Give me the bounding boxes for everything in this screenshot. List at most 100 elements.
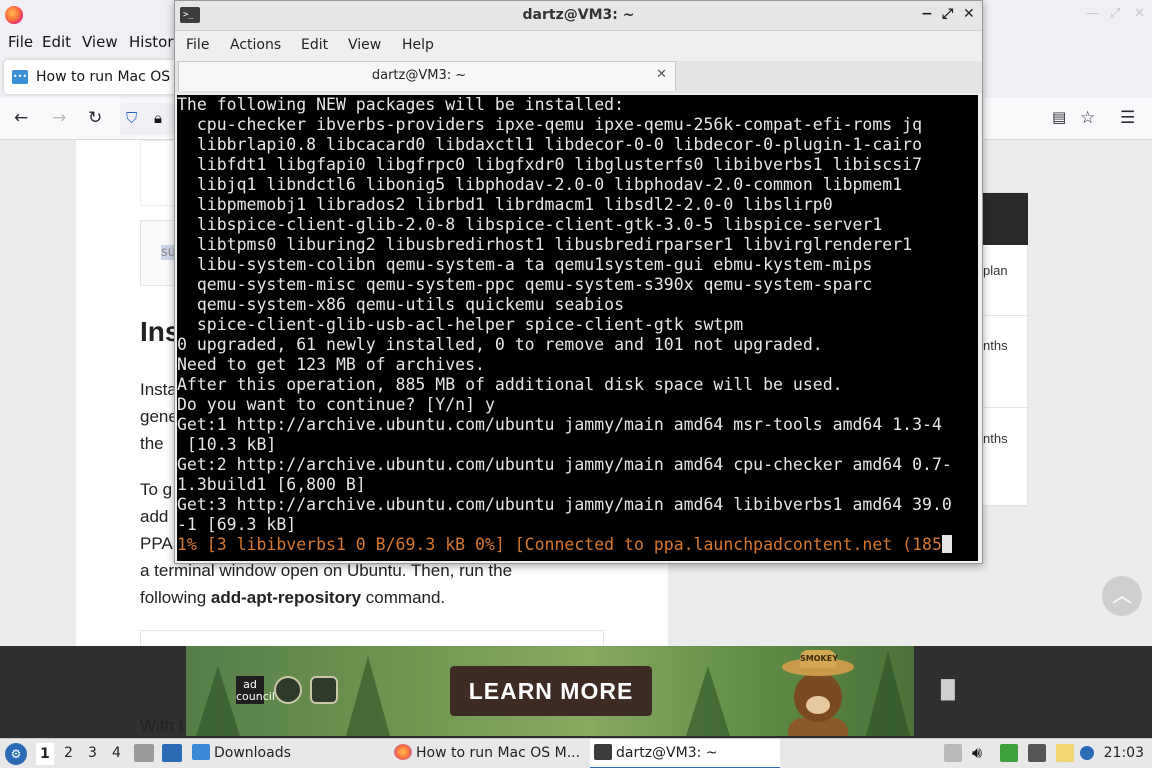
terminal-line: libjq1 libndctl6 libonig5 libphodav-2.0-… (177, 175, 903, 194)
bear-hat-label: SMOKEY (800, 650, 838, 668)
clipboard-icon[interactable] (944, 744, 962, 762)
terminal-line: qemu-system-x86 qemu-utils quickemu seab… (177, 295, 625, 314)
forest-service-seal-icon (274, 676, 302, 704)
article-text: gene (140, 407, 178, 426)
minimize-icon[interactable]: − (921, 6, 933, 22)
info-icon[interactable] (1080, 746, 1094, 760)
divider (979, 407, 1028, 408)
taskbar: ⚙ 1 2 3 4 Downloads How to run Mac OS M.… (0, 738, 1152, 768)
terminal-line: The following NEW packages will be insta… (177, 95, 625, 114)
sidebar-item[interactable]: nths (983, 431, 1008, 446)
clock: 21:03 (1103, 745, 1144, 761)
text-cursor (941, 535, 952, 553)
command-name: add-apt-repository (210, 588, 362, 607)
reload-icon[interactable]: ↻ (88, 108, 102, 128)
learn-more-button[interactable]: LEARN MORE (450, 666, 652, 716)
menu-view[interactable]: View (82, 33, 118, 51)
article-text-prefix: following (140, 588, 211, 607)
bookmark-star-icon[interactable]: ☆ (1080, 108, 1095, 128)
update-icon[interactable] (1000, 744, 1018, 762)
firefox-icon (394, 744, 412, 760)
terminal-line: libspice-client-glib-2.0-8 libspice-clie… (177, 215, 883, 234)
ad-options-icon[interactable]: ▐▌ (934, 680, 962, 701)
menu-actions[interactable]: Actions (230, 37, 281, 53)
article-text-suffix: command. (361, 588, 446, 607)
sidebar-item[interactable]: nths (983, 338, 1008, 353)
file-manager-icon[interactable] (134, 744, 154, 762)
terminal-tab[interactable]: dartz@VM3: ~ ✕ (178, 61, 676, 91)
terminal-line: Need to get 123 MB of archives. (177, 355, 485, 374)
terminal-output[interactable]: The following NEW packages will be insta… (177, 95, 978, 561)
terminal-line: 0 upgraded, 61 newly installed, 0 to rem… (177, 335, 823, 354)
usfs-shield-icon (310, 676, 338, 704)
sidebar-header (979, 193, 1028, 245)
article-text: add (140, 507, 169, 526)
network-icon[interactable] (1028, 744, 1046, 762)
menu-view[interactable]: View (348, 37, 381, 53)
menu-help[interactable]: Help (402, 37, 434, 53)
lock-icon[interactable]: 🔒︎ (154, 109, 162, 127)
terminal-window[interactable]: >_ dartz@VM3: ~ − ⤢ ✕ File Actions Edit … (174, 0, 983, 564)
task-label: dartz@VM3: ~ (616, 745, 718, 761)
menu-file[interactable]: File (186, 37, 209, 53)
article-text: To g (140, 480, 173, 499)
shield-icon[interactable]: ⛉ (126, 109, 137, 127)
maximize-icon[interactable]: ⤢ (1110, 6, 1120, 21)
back-icon[interactable]: ← (14, 108, 28, 128)
article-text: the (140, 434, 164, 453)
scroll-to-top-button[interactable]: ︿ (1102, 576, 1142, 616)
task-firefox[interactable]: How to run Mac OS M... (394, 739, 584, 768)
task-label: How to run Mac OS M... (416, 745, 581, 761)
adcouncil-logo: ad council (236, 676, 275, 704)
notes-icon[interactable] (1056, 744, 1074, 762)
terminal-line: libbrlapi0.8 libcacard0 libdaxctl1 libde… (177, 135, 923, 154)
workspace-2[interactable]: 2 (64, 745, 73, 761)
task-terminal[interactable]: dartz@VM3: ~ (590, 739, 780, 768)
close-icon[interactable]: ✕ (1134, 6, 1145, 21)
terminal-icon (594, 744, 612, 760)
menu-file[interactable]: File (8, 33, 33, 51)
maximize-icon[interactable]: ⤢ (942, 6, 953, 22)
terminal-line: spice-client-glib-usb-acl-helper spice-c… (177, 315, 744, 334)
forward-icon[interactable]: → (52, 108, 66, 128)
close-tab-icon[interactable]: ✕ (656, 67, 667, 82)
divider (979, 315, 1028, 316)
article-text: With t (140, 716, 184, 735)
sidebar-item[interactable]: plan (983, 263, 1008, 278)
workspace-4[interactable]: 4 (112, 745, 121, 761)
progress-text: 1% [3 libibverbs1 0 B/69.3 kB 0%] [Conne… (177, 535, 942, 554)
workspace-3[interactable]: 3 (88, 745, 97, 761)
terminal-line: Get:2 http://archive.ubuntu.com/ubuntu j… (177, 455, 952, 474)
terminal-line: qemu-system-misc qemu-system-ppc qemu-sy… (177, 275, 873, 294)
workspace-1[interactable]: 1 (36, 743, 54, 765)
url-bar[interactable]: ⛉ 🔒︎ (120, 103, 180, 135)
reader-view-icon[interactable]: ▤ (1052, 108, 1066, 126)
terminal-line: -1 [69.3 kB] (177, 515, 297, 534)
minimize-icon[interactable]: — (1086, 6, 1099, 21)
terminal-line: Get:3 http://archive.ubuntu.com/ubuntu j… (177, 495, 952, 514)
show-desktop-icon[interactable] (162, 744, 182, 762)
start-menu-icon[interactable]: ⚙ (5, 743, 27, 765)
terminal-tabbar: dartz@VM3: ~ ✕ (175, 61, 982, 93)
sidebar-widget: plan nths nths (978, 192, 1028, 506)
close-icon[interactable]: ✕ (963, 6, 975, 22)
menu-edit[interactable]: Edit (42, 33, 71, 51)
hamburger-menu-icon[interactable]: ☰ (1120, 108, 1135, 128)
menu-edit[interactable]: Edit (301, 37, 328, 53)
task-downloads[interactable]: Downloads (192, 739, 382, 768)
terminal-line: 1.3build1 [6,800 B] (177, 475, 366, 494)
terminal-line: Do you want to continue? [Y/n] y (177, 395, 495, 414)
terminal-line: libu-system-colibn qemu-system-a ta qemu… (177, 255, 873, 274)
article-text: Insta (140, 380, 177, 399)
smokey-bear-image: SMOKEY (782, 650, 854, 736)
volume-icon[interactable]: 🔊︎ (972, 743, 990, 762)
browser-tab[interactable]: ••• How to run Mac OS M (4, 60, 187, 94)
terminal-menubar: File Actions Edit View Help (175, 31, 982, 61)
terminal-line: libfdt1 libgfapi0 libgfrpc0 libgfxdr0 li… (177, 155, 923, 174)
folder-icon (192, 744, 210, 760)
window-title: dartz@VM3: ~ (522, 7, 635, 23)
task-label: Downloads (214, 745, 291, 761)
terminal-lines: The following NEW packages will be insta… (177, 95, 952, 555)
ad-banner[interactable]: ad council LEARN MORE SMOKEY (186, 646, 914, 736)
terminal-titlebar[interactable]: >_ dartz@VM3: ~ − ⤢ ✕ (175, 1, 982, 31)
